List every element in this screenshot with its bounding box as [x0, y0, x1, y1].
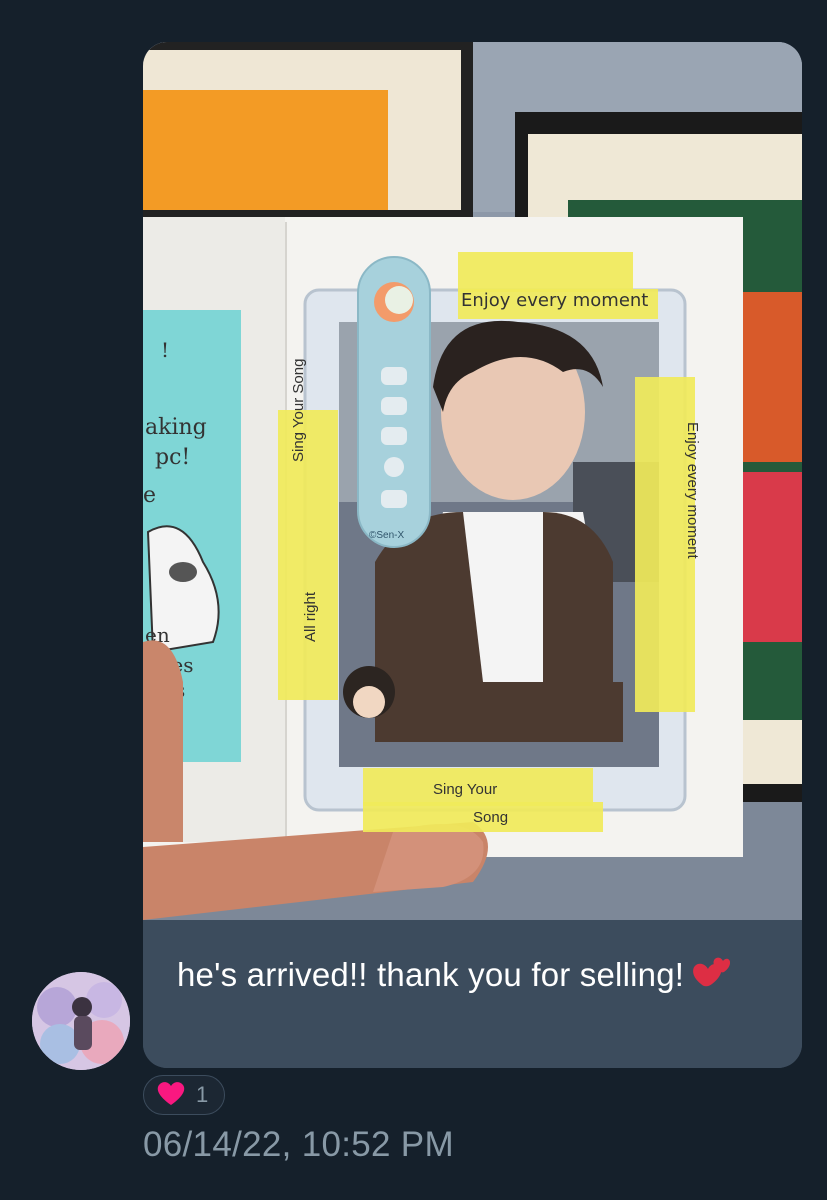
caption-label: he's arrived!! thank you for selling!	[177, 956, 685, 993]
message-timestamp: 06/14/22, 10:52 PM	[143, 1125, 454, 1164]
reaction-pill[interactable]: 1	[143, 1075, 225, 1115]
svg-text:!: !	[161, 338, 169, 362]
message-photo[interactable]: ! aking pc! e en les s	[143, 42, 802, 920]
svg-text:©Sen-X: ©Sen-X	[369, 530, 404, 541]
svg-text:Sing Your Song: Sing Your Song	[290, 359, 307, 462]
svg-text:Sing Your: Sing Your	[433, 781, 497, 798]
svg-text:aking: aking	[145, 415, 207, 440]
heart-icon	[156, 1080, 186, 1111]
svg-text:Enjoy every moment: Enjoy every moment	[684, 422, 701, 560]
chat-screen: ! aking pc! e en les s	[0, 0, 827, 1200]
reaction-count: 1	[196, 1082, 209, 1107]
caption-text: he's arrived!! thank you for selling!	[177, 950, 768, 1002]
photo-illustration: ! aking pc! e en les s	[143, 42, 802, 920]
two-hearts-icon	[692, 952, 731, 1002]
sender-avatar[interactable]	[32, 972, 130, 1070]
message-caption: he's arrived!! thank you for selling!	[143, 920, 802, 1068]
message-bubble[interactable]: ! aking pc! e en les s	[143, 42, 802, 1068]
svg-text:Enjoy every moment: Enjoy every moment	[461, 290, 648, 311]
svg-text:e: e	[143, 483, 156, 508]
svg-text:All right: All right	[302, 591, 319, 642]
svg-text:Song: Song	[473, 809, 508, 826]
svg-text:pc!: pc!	[155, 445, 190, 470]
